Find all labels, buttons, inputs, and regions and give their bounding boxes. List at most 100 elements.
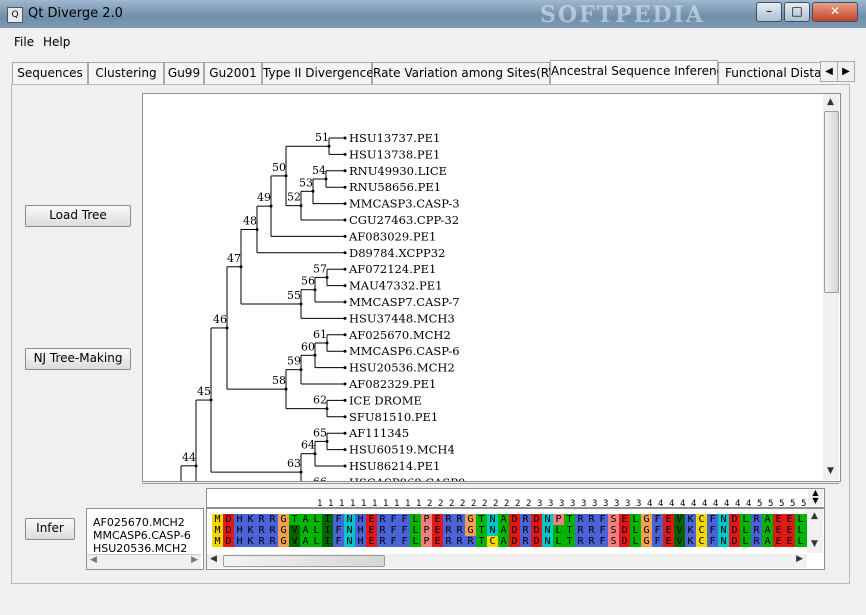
tab-type-ii-divergence[interactable]: Type II Divergence — [262, 62, 374, 84]
ruler-spin-icon[interactable]: ▲ ▼ — [808, 489, 823, 506]
tree-node[interactable] — [343, 267, 347, 271]
residue-cell: R — [586, 536, 597, 547]
residue-cell: N — [542, 525, 553, 536]
nj-tree-making-button[interactable]: NJ Tree-Making — [25, 348, 131, 370]
tree-node[interactable] — [343, 152, 347, 156]
residue-cell: A — [498, 536, 509, 547]
residue-cell: K — [685, 536, 696, 547]
maximize-button[interactable]: □ — [784, 2, 810, 22]
tree-node[interactable] — [343, 316, 347, 320]
tree-view[interactable]: HSU13737.PE1 HSU13738.PE1 RNU49930.LICE RNU… — [142, 93, 841, 482]
tree-node[interactable] — [343, 382, 347, 386]
residue-cell: H — [355, 536, 366, 547]
tree-node[interactable] — [343, 431, 347, 435]
tab-clustering[interactable]: Clustering — [88, 62, 164, 84]
residue-cell: E — [366, 525, 377, 536]
scroll-left-arrow-icon[interactable]: ◀ — [210, 554, 217, 564]
tree-node[interactable] — [343, 202, 347, 206]
minimize-button[interactable]: – — [756, 2, 782, 22]
tree-node[interactable] — [343, 218, 347, 222]
alignment-view[interactable]: MDHKRRGTALIFNHERFFLPERRGTNADRDNPTRRFSELG… — [206, 508, 825, 570]
scroll-up-arrow-icon[interactable]: ▲ — [823, 95, 838, 110]
tab-sequences[interactable]: Sequences — [12, 62, 88, 84]
tree-node[interactable] — [343, 448, 347, 452]
node-support-label: 49 — [257, 191, 271, 204]
residue-cell: G — [278, 536, 289, 547]
alignment-scroll-thumb[interactable] — [223, 555, 385, 567]
sequence-name[interactable]: AF025670.MCH2 — [93, 516, 185, 529]
tree-node[interactable] — [343, 415, 347, 419]
residue-cell: R — [454, 525, 465, 536]
names-horizontal-scrollbar[interactable]: ◀ ▶ — [87, 554, 201, 569]
residue-cell: A — [762, 536, 773, 547]
sequence-name[interactable]: MMCASP6.CASP-6 — [93, 529, 191, 542]
infer-button[interactable]: Infer — [25, 518, 75, 540]
ruler-digit: 5 — [757, 499, 763, 508]
tree-node[interactable] — [343, 349, 347, 353]
tab-ancestral-sequence-inference[interactable]: Ancestral Sequence Inference — [550, 60, 731, 84]
tree-node[interactable] — [343, 300, 347, 304]
tree-node[interactable] — [343, 464, 347, 468]
scroll-down-arrow-icon[interactable]: ▼ — [823, 464, 838, 479]
residue-cell: D — [223, 514, 234, 525]
app-icon: Q — [7, 7, 23, 23]
tab-scroll-left-button[interactable]: ◀ — [820, 61, 838, 82]
menu-file[interactable]: File — [14, 35, 34, 49]
tree-leaf-label: HSU20536.MCH2 — [349, 361, 455, 375]
scroll-left-arrow-icon[interactable]: ◀ — [90, 555, 97, 565]
tree-node[interactable] — [343, 333, 347, 337]
tree-node[interactable] — [343, 366, 347, 370]
residue-cell: R — [751, 536, 762, 547]
tree-node[interactable] — [343, 284, 347, 288]
alignment-horizontal-scrollbar[interactable]: ◀ ▶ — [207, 554, 807, 568]
tree-node[interactable] — [343, 169, 347, 173]
tree-node[interactable] — [343, 136, 347, 140]
node-support-label: 44 — [182, 451, 196, 464]
close-button[interactable]: ✕ — [812, 2, 858, 22]
residue-cell: F — [652, 514, 663, 525]
residue-cell: F — [652, 525, 663, 536]
residue-cell: N — [718, 514, 729, 525]
ruler-digit: 3 — [614, 499, 620, 508]
load-tree-button[interactable]: Load Tree — [25, 205, 131, 227]
title-bar: Q Qt Diverge 2.0 SOFTPEDIA – □ ✕ — [0, 0, 866, 28]
tree-vertical-scrollbar[interactable]: ▲ ▼ — [823, 94, 839, 480]
tree-node[interactable] — [343, 185, 347, 189]
ruler-digit: 5 — [801, 499, 807, 508]
residue-cell: E — [773, 525, 784, 536]
tree-node[interactable] — [343, 398, 347, 402]
residue-cell: D — [509, 525, 520, 536]
scroll-right-arrow-icon[interactable]: ▶ — [191, 555, 198, 565]
node-support-label: 59 — [287, 355, 301, 368]
tree-node[interactable] — [343, 251, 347, 255]
residue-cell: R — [267, 525, 278, 536]
ruler-digit: 3 — [625, 499, 631, 508]
alignment-vertical-scrollbar[interactable]: ▲ ▼ — [807, 509, 823, 553]
ruler-digit: 5 — [790, 499, 796, 508]
residue-cell: T — [476, 525, 487, 536]
residue-cell: R — [454, 514, 465, 525]
residue-cell: D — [619, 536, 630, 547]
scroll-up-arrow-icon[interactable]: ▲ — [807, 509, 822, 524]
node-support-label: 48 — [243, 214, 257, 227]
residue-cell: T — [476, 536, 487, 547]
residue-cell: K — [685, 525, 696, 536]
residue-cell: F — [707, 514, 718, 525]
tree-node[interactable] — [343, 234, 347, 238]
ruler-digit: 3 — [603, 499, 609, 508]
tab-gu2001[interactable]: Gu2001 — [204, 62, 262, 84]
menu-help[interactable]: Help — [43, 35, 70, 49]
residue-cell: G — [465, 514, 476, 525]
residue-cell: T — [564, 514, 575, 525]
residue-cell: R — [267, 536, 278, 547]
tab-scroll-right-button[interactable]: ▶ — [837, 61, 855, 82]
ruler-digit: 4 — [713, 499, 719, 508]
tab-rate-variation[interactable]: Rate Variation among Sites(RVS) — [372, 62, 569, 84]
residue-cell: F — [388, 514, 399, 525]
tab-gu99[interactable]: Gu99 — [164, 62, 204, 84]
residue-cell: R — [256, 536, 267, 547]
tree-scroll-thumb[interactable] — [824, 111, 839, 293]
scroll-right-arrow-icon[interactable]: ▶ — [796, 554, 803, 564]
sequence-names-list[interactable]: AF025670.MCH2 MMCASP6.CASP-6 HSU20536.MC… — [86, 508, 204, 570]
scroll-down-arrow-icon[interactable]: ▼ — [807, 537, 822, 552]
